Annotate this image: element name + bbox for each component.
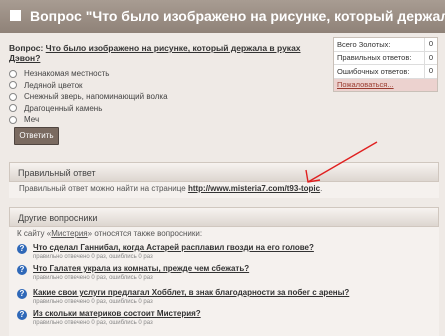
other-quizzes-intro: К сайту «Мистерия» относятся также вопро… (17, 229, 202, 238)
stats-label: Правильных ответов: (337, 53, 412, 63)
stats-value: 0 (424, 38, 437, 51)
stats-label: Всего Золотых: (337, 39, 391, 49)
other-question-title[interactable]: Что Галатея украла из комнаты, прежде че… (33, 264, 249, 273)
other-quizzes-header: Другие вопросники (9, 207, 439, 227)
answer-options: Незнакомая местность Ледяной цветок Снеж… (9, 68, 168, 126)
radio-button[interactable] (9, 104, 17, 113)
page-title-bar: Вопрос "Что было изображено на рисунке, … (0, 0, 445, 33)
other-question-title[interactable]: Из скольки материков состоит Мистерия? (33, 309, 201, 318)
question-block: Вопрос: Что было изображено на рисунке, … (9, 43, 329, 63)
other-question-stats: правильно отвечено 0 раз, ошиблись 0 раз (33, 320, 153, 326)
other-question-stats: правильно отвечено 0 раз, ошиблись 0 раз (33, 299, 153, 305)
question-mark-icon: ? (17, 289, 27, 299)
intro-suffix: » относятся также вопросники: (87, 229, 203, 238)
radio-button[interactable] (9, 81, 17, 90)
page-title: Вопрос "Что было изображено на рисунке, … (30, 8, 445, 24)
answer-button[interactable]: Ответить (14, 127, 59, 145)
other-question-title[interactable]: Какие свои услуги предлагал Хобблет, в з… (33, 288, 349, 297)
other-question-title[interactable]: Что сделал Ганнибал, когда Астарей распл… (33, 243, 314, 252)
option-label[interactable]: Снежный зверь, напоминающий волка (24, 92, 168, 101)
option-row[interactable]: Снежный зверь, напоминающий волка (9, 91, 168, 103)
option-row[interactable]: Ледяной цветок (9, 80, 168, 92)
option-row[interactable]: Незнакомая местность (9, 68, 168, 80)
radio-button[interactable] (9, 69, 17, 78)
correct-answer-text: Правильный ответ можно найти на странице (19, 184, 186, 193)
option-row[interactable]: Драгоценный камень (9, 103, 168, 115)
radio-button[interactable] (9, 115, 17, 124)
question-label: Вопрос: (9, 43, 44, 53)
stats-box: Всего Золотых: 0 Правильных ответов: 0 Оши… (333, 37, 438, 92)
question-mark-icon: ? (17, 310, 27, 320)
option-label[interactable]: Меч (24, 115, 39, 124)
red-arrow-annotation (305, 141, 378, 183)
other-question-stats: правильно отвечено 0 раз, ошиблись 0 раз (33, 254, 153, 260)
complain-link[interactable]: Пожаловаться... (334, 78, 437, 91)
question-text[interactable]: Что было изображено на рисунке, который … (9, 43, 301, 63)
square-icon (10, 10, 21, 21)
stats-row-wrong: Ошибочных ответов: 0 (334, 65, 437, 79)
question-mark-icon: ? (17, 244, 27, 254)
stats-row-correct: Правильных ответов: 0 (334, 51, 437, 65)
question-mark-icon: ? (17, 265, 27, 275)
option-label[interactable]: Ледяной цветок (24, 81, 83, 90)
stats-row-total: Всего Золотых: 0 (334, 38, 437, 52)
stats-label: Ошибочных ответов: (337, 66, 410, 76)
stats-value: 0 (424, 65, 437, 78)
option-label[interactable]: Незнакомая местность (24, 69, 109, 78)
site-link[interactable]: Мистерия (51, 229, 87, 238)
other-question-stats: правильно отвечено 0 раз, ошиблись 0 раз (33, 275, 153, 281)
option-label[interactable]: Драгоценный камень (24, 104, 102, 113)
stats-value: 0 (424, 51, 437, 64)
radio-button[interactable] (9, 92, 17, 101)
option-row[interactable]: Меч (9, 114, 168, 126)
intro-prefix: К сайту « (17, 229, 52, 238)
